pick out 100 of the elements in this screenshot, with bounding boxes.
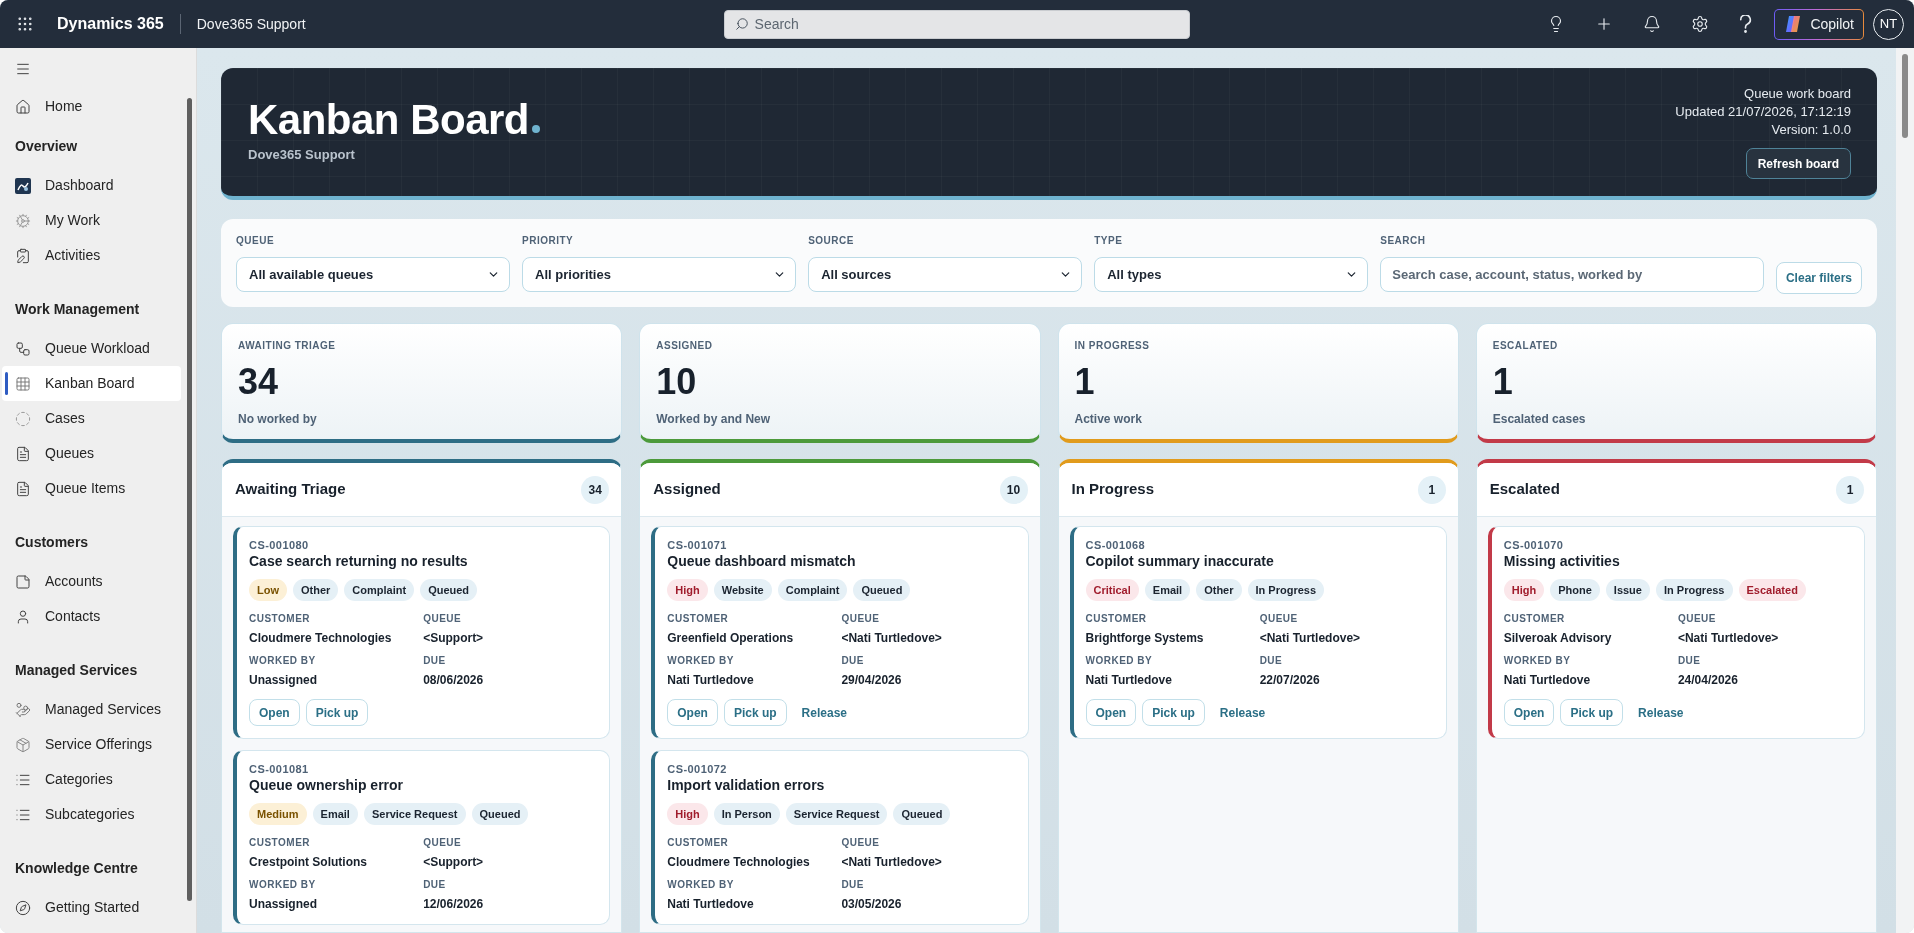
person-icon — [15, 608, 31, 625]
sidebar-item[interactable]: Subcategories — [2, 797, 181, 832]
board-meta-text: Version: 1.0.0 — [1771, 121, 1851, 139]
sidebar-item[interactable]: Queue Workload — [2, 331, 181, 366]
case-card[interactable]: CS-001080 Case search returning no results Low Other Complaint Queued CUSTOMER Cloudmere Technologies QUEUE <Support> WORKED BY Unassigned DUE 08/06/2026 Open Pick up — [233, 526, 611, 739]
area-name[interactable]: Dove365 Support — [196, 13, 306, 35]
sidebar-item[interactable]: Home — [2, 89, 181, 124]
sidebar-item[interactable]: My Work — [2, 203, 181, 238]
tag: Complaint — [344, 579, 415, 601]
sidebar-item[interactable]: Service Offerings — [2, 727, 181, 762]
action-link[interactable]: Release — [1210, 699, 1275, 726]
field-value: <Nati Turtledove> — [1259, 630, 1362, 646]
tag: Phone — [1550, 579, 1600, 601]
tag: In Progress — [1247, 579, 1325, 601]
tag: Email — [1144, 579, 1191, 601]
tag: Medium — [249, 803, 307, 825]
app-name[interactable]: Dynamics 365 — [57, 12, 164, 36]
stat-caption: Active work — [1074, 411, 1142, 427]
action-button[interactable]: Pick up — [1560, 699, 1624, 726]
workflow-icon — [15, 340, 31, 357]
case-card[interactable]: CS-001071 Queue dashboard mismatch High Website Complaint Queued CUSTOMER Greenfield Operations QUEUE <Nati Turtledove> WORKED BY Nati Turtledove DUE 29/04/2026 Open Pick up Release — [651, 526, 1029, 739]
app-launcher-icon[interactable] — [16, 15, 34, 33]
sidebar-item[interactable]: Activities — [2, 238, 181, 273]
tag: Issue — [1605, 579, 1650, 601]
sidebar-heading: Customers — [14, 532, 90, 552]
field-value: 22/07/2026 — [1259, 672, 1321, 688]
help-icon[interactable] — [1739, 15, 1753, 33]
dropdown[interactable]: All types — [1094, 257, 1369, 292]
clear-filters-button[interactable]: Clear filters — [1775, 262, 1862, 294]
tag: Service Request — [785, 803, 888, 825]
field-value: Brightforge Systems — [1085, 630, 1205, 646]
field-value: Nati Turtledove — [1503, 672, 1592, 688]
scrollbar-thumb[interactable] — [1902, 54, 1908, 138]
action-button[interactable]: Open — [1085, 699, 1137, 726]
search-field[interactable]: Search — [723, 9, 1190, 39]
field-label: DUE — [423, 655, 447, 667]
action-button[interactable]: Pick up — [1142, 699, 1205, 726]
case-card[interactable]: CS-001072 Import validation errors High In Person Service Request Queued CUSTOMER Cloudmere Technologies QUEUE <Nati Turtledove> WORKED BY Nati Turtledove DUE 03/05/2026 — [651, 750, 1029, 925]
action-link[interactable]: Release — [792, 699, 856, 726]
action-button[interactable]: Pick up — [723, 699, 787, 726]
copilot-button[interactable]: Copilot — [1774, 8, 1864, 40]
field-value: Silveroak Advisory — [1503, 630, 1613, 646]
count-badge: 34 — [581, 475, 610, 504]
bell-icon[interactable] — [1643, 15, 1662, 33]
case-id: CS-001068 — [1085, 538, 1147, 552]
sidebar-item[interactable]: Kanban Board — [2, 366, 181, 401]
case-id: CS-001080 — [249, 538, 310, 552]
action-link[interactable]: Release — [1629, 699, 1693, 726]
dropdown[interactable]: All available queues — [236, 257, 511, 292]
scrollbar-thumb[interactable] — [187, 98, 192, 901]
field-label: DUE — [841, 655, 865, 667]
sidebar-item[interactable]: Managed Services — [2, 692, 181, 727]
logo-icon — [1784, 15, 1803, 33]
field-label: CUSTOMER — [667, 613, 730, 625]
case-card[interactable]: CS-001068 Copilot summary inaccurate Critical Email Other In Progress CUSTOMER Brightforge Systems QUEUE <Nati Turtledove> WORKED BY Nati Turtledove DUE 22/07/2026 Open Pick up Release — [1069, 526, 1447, 739]
action-button[interactable]: Open — [1503, 699, 1555, 726]
tag: Queued — [420, 579, 478, 601]
sidebar-item[interactable]: Categories — [2, 762, 181, 797]
tag: Queued — [471, 803, 529, 825]
sidebar-item[interactable]: Dashboard — [2, 168, 181, 203]
tag: Escalated — [1738, 579, 1806, 601]
field-label: CUSTOMER — [249, 837, 312, 849]
case-id: CS-001071 — [667, 538, 728, 552]
count-badge: 1 — [1836, 475, 1864, 504]
sidebar-item[interactable]: Queues — [2, 436, 181, 471]
count-badge: 10 — [999, 475, 1028, 504]
document-icon — [15, 480, 31, 497]
sidebar-item[interactable]: Queue Items — [2, 471, 181, 506]
action-button[interactable]: Open — [249, 699, 300, 726]
sidebar-item[interactable]: Getting Started — [2, 890, 181, 925]
sidebar-item[interactable]: Cases — [2, 401, 181, 436]
stat-label: AWAITING TRIAGE — [238, 340, 336, 352]
stat-caption: No worked by — [238, 411, 317, 427]
field-label: QUEUE — [423, 837, 463, 849]
field-value: <Nati Turtledove> — [841, 630, 943, 646]
dropdown[interactable]: All sources — [808, 257, 1083, 292]
sidebar-item[interactable]: Accounts — [2, 564, 181, 599]
hand-coins-icon — [15, 701, 31, 718]
dropdown[interactable]: All priorities — [522, 257, 797, 292]
case-title: Import validation errors — [667, 776, 826, 794]
case-id: CS-001081 — [249, 762, 310, 776]
sidebar-item[interactable]: Contacts — [2, 599, 181, 634]
field-value: <Nati Turtledove> — [1677, 630, 1780, 646]
case-card[interactable]: CS-001070 Missing activities High Phone Issue In Progress Escalated CUSTOMER Silveroak Advisory QUEUE <Nati Turtledove> WORKED BY Nati Turtledove DUE 24/04/2026 Open Pick up Release — [1487, 526, 1865, 739]
search-field[interactable]: Search case, account, status, worked by — [1380, 257, 1764, 292]
sidebar-heading: Overview — [14, 136, 79, 156]
field-value: Nati Turtledove — [1085, 672, 1173, 688]
field-label: SOURCE — [808, 234, 855, 248]
field-label: SEARCH — [1380, 234, 1427, 248]
case-card[interactable]: CS-001081 Queue ownership error Medium Email Service Request Queued CUSTOMER Crestpoint Solutions QUEUE <Support> WORKED BY Unassigned DUE 12/06/2026 — [233, 750, 611, 925]
field-label: CUSTOMER — [249, 613, 312, 625]
action-button[interactable]: Pick up — [305, 699, 369, 726]
field-value: Cloudmere Technologies — [667, 854, 811, 870]
refresh-button[interactable]: Refresh board — [1745, 148, 1851, 179]
action-button[interactable]: Open — [667, 699, 718, 726]
field-value: Unassigned — [249, 672, 318, 688]
tag: Queued — [893, 803, 951, 825]
field-value: Greenfield Operations — [667, 630, 795, 646]
count-badge: 1 — [1417, 475, 1446, 504]
settings-icon[interactable] — [1691, 15, 1710, 33]
